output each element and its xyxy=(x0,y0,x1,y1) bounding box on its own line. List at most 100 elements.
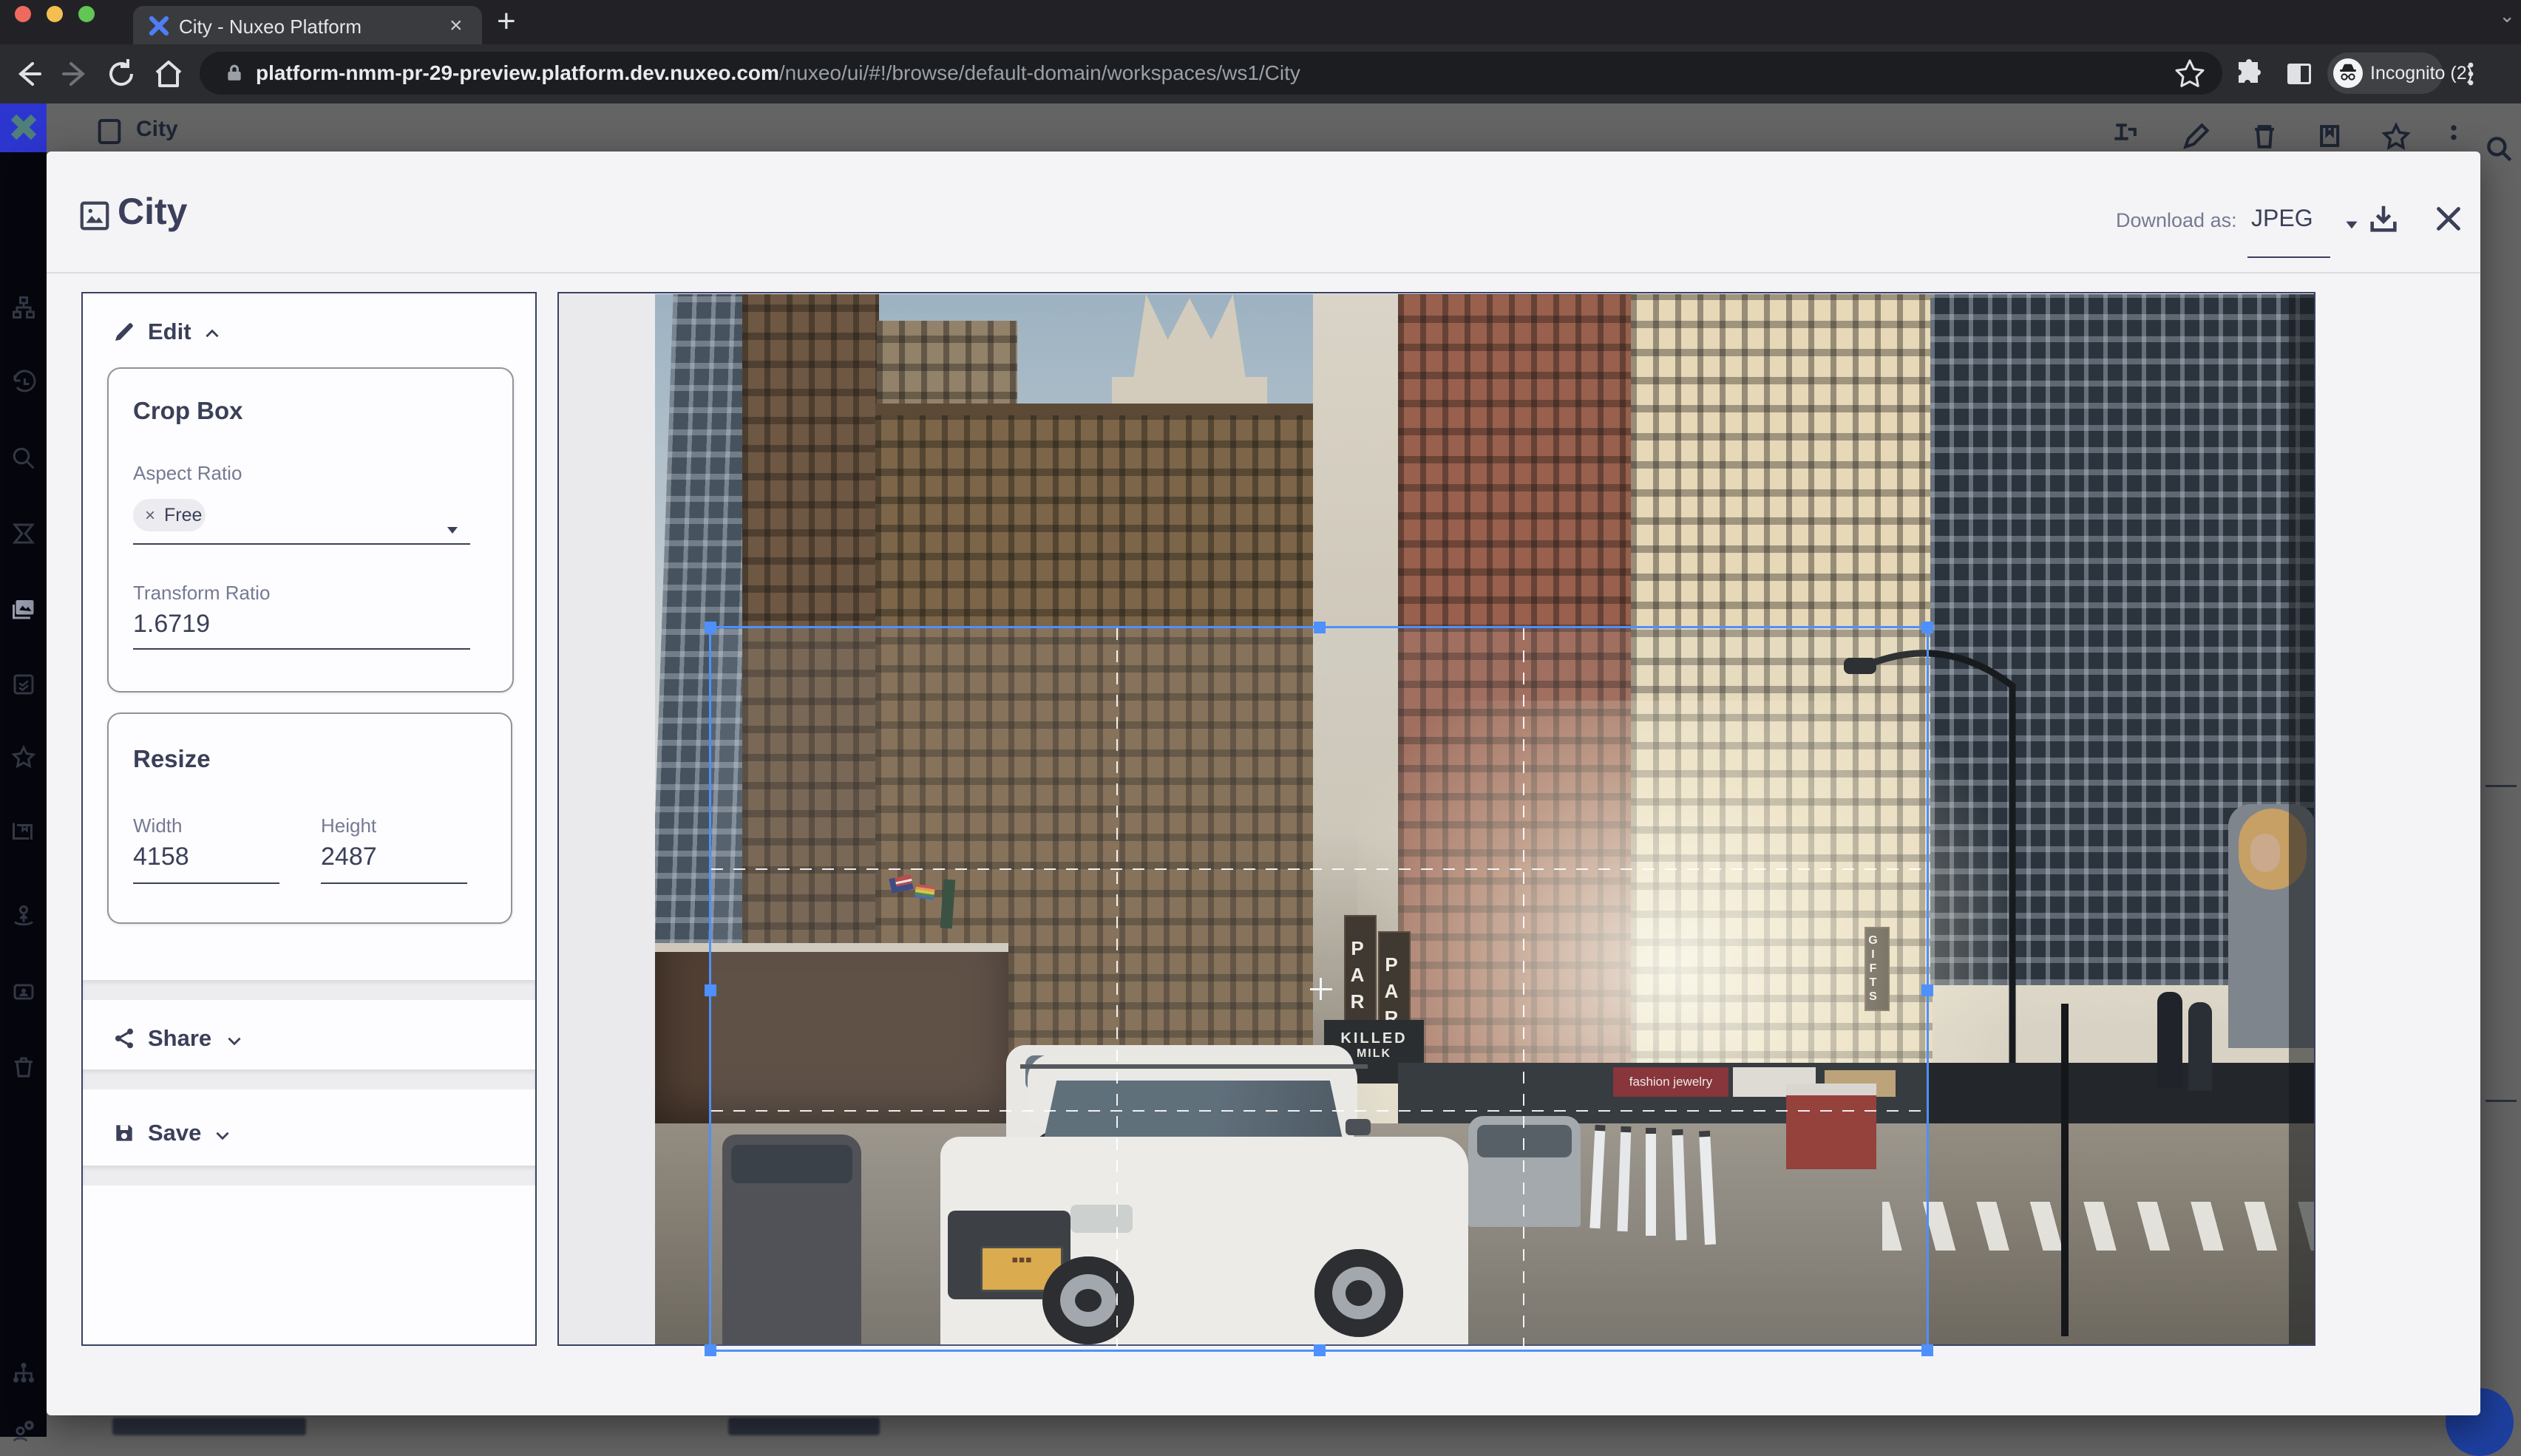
dim-field-line xyxy=(2486,1100,2517,1102)
height-input[interactable]: 2487 xyxy=(321,843,469,885)
crop-handle-s[interactable] xyxy=(1314,1344,1326,1356)
lock-icon xyxy=(225,63,244,84)
edit-panel: Edit Crop Box Aspect Ratio × Free Transf… xyxy=(81,292,537,1346)
dim-field-line xyxy=(2486,785,2517,787)
crop-handle-n[interactable] xyxy=(1314,622,1326,633)
width-value: 4158 xyxy=(133,843,189,871)
close-icon[interactable] xyxy=(2432,202,2466,236)
resize-card: Resize Width 4158 Height 2487 xyxy=(107,712,512,924)
crop-box-selection[interactable] xyxy=(709,626,1929,1352)
pedestrian xyxy=(2188,1002,2212,1091)
transform-ratio-label: Transform Ratio xyxy=(133,582,270,605)
aspect-ratio-select[interactable] xyxy=(133,517,473,546)
width-input[interactable]: 4158 xyxy=(133,843,281,885)
bookmark-star-icon[interactable] xyxy=(2172,56,2208,92)
macos-zoom-button[interactable] xyxy=(78,6,95,22)
download-as-label: Download as: xyxy=(2116,209,2237,232)
browser-tab[interactable]: City - Nuxeo Platform × xyxy=(133,6,482,44)
back-icon[interactable] xyxy=(10,56,46,92)
save-floppy-icon xyxy=(112,1121,136,1145)
browser-toolbar: platform-nmm-pr-29-preview.platform.dev.… xyxy=(0,44,2521,103)
sidebar-item-user-settings[interactable] xyxy=(10,1418,37,1444)
sidebar-item-templates[interactable] xyxy=(10,817,37,844)
page-doc-title: City xyxy=(136,117,178,142)
sidebar-item-browse[interactable] xyxy=(10,294,37,321)
thirds-guide-vertical xyxy=(1116,628,1118,1350)
app-sidebar xyxy=(0,103,47,1437)
section-gap xyxy=(83,1069,535,1089)
sidebar-item-favorites[interactable] xyxy=(10,744,37,770)
photo-edge-shadow xyxy=(2289,294,2314,1344)
share-section-toggle[interactable]: Share xyxy=(112,1021,334,1062)
download-icon[interactable] xyxy=(2366,202,2400,236)
download-format-select[interactable]: JPEG xyxy=(2247,200,2336,259)
edit-section-toggle[interactable]: Edit xyxy=(112,316,334,353)
macos-minimize-button[interactable] xyxy=(47,6,63,22)
sidebar-item-recents[interactable] xyxy=(10,370,37,396)
pedestrian-face xyxy=(2250,834,2280,872)
sidebar-item-assets[interactable] xyxy=(10,596,37,622)
sidebar-item-personal-space[interactable] xyxy=(10,903,37,930)
browser-menu-kebab-icon[interactable] xyxy=(2453,56,2488,92)
input-underline xyxy=(133,882,279,884)
url-path: /nuxeo/ui/#!/browse/default-domain/works… xyxy=(779,61,1300,84)
crop-handle-se[interactable] xyxy=(1921,1344,1933,1356)
header-divider xyxy=(47,272,2480,273)
crop-handle-ne[interactable] xyxy=(1921,622,1933,633)
new-tab-button[interactable]: + xyxy=(497,3,516,40)
crop-handle-nw[interactable] xyxy=(705,622,716,633)
book-icon xyxy=(2314,120,2348,152)
home-icon[interactable] xyxy=(151,56,186,92)
share-section-label: Share xyxy=(148,1025,211,1052)
browser-tab-strip: City - Nuxeo Platform × + ⌄ xyxy=(0,0,2521,44)
input-underline xyxy=(133,648,470,650)
dialog-title: City xyxy=(118,190,187,233)
tab-search-chevron-icon[interactable]: ⌄ xyxy=(2499,4,2515,27)
thirds-guide-vertical xyxy=(1523,628,1524,1350)
crop-handle-sw[interactable] xyxy=(705,1344,716,1356)
transform-ratio-value: 1.6719 xyxy=(133,610,210,639)
side-panel-icon[interactable] xyxy=(2281,56,2317,92)
sidebar-item-trash[interactable] xyxy=(10,1054,37,1081)
thirds-guide-horizontal xyxy=(711,1110,1927,1112)
tab-close-icon[interactable]: × xyxy=(449,13,463,38)
extensions-puzzle-icon[interactable] xyxy=(2231,56,2267,92)
chevron-down-icon xyxy=(225,1031,244,1050)
favorite-star-icon xyxy=(2379,120,2413,152)
crop-handle-e[interactable] xyxy=(1921,984,1933,996)
incognito-icon xyxy=(2333,58,2363,88)
dropdown-caret-icon xyxy=(444,521,461,539)
chevron-up-icon xyxy=(203,324,222,344)
width-label: Width xyxy=(133,814,182,837)
url-text: platform-nmm-pr-29-preview.platform.dev.… xyxy=(256,61,1300,85)
dim-section-heading xyxy=(112,1418,306,1435)
url-bar[interactable]: platform-nmm-pr-29-preview.platform.dev.… xyxy=(200,52,2222,95)
pin-icon xyxy=(2108,120,2142,152)
sidebar-item-administration[interactable] xyxy=(10,1360,37,1387)
thirds-guide-horizontal xyxy=(711,868,1927,870)
save-section-label: Save xyxy=(148,1120,201,1146)
nuxeo-logo[interactable] xyxy=(0,103,47,152)
incognito-badge[interactable]: Incognito (2) xyxy=(2327,52,2443,94)
picture-icon xyxy=(78,199,112,233)
chevron-down-icon xyxy=(213,1126,232,1145)
select-underline xyxy=(2247,256,2330,258)
image-editor-dialog: City Download as: JPEG Edit Crop Box Asp… xyxy=(47,152,2480,1415)
sidebar-item-tasks[interactable] xyxy=(10,671,37,698)
height-value: 2487 xyxy=(321,843,377,871)
save-section-toggle[interactable]: Save xyxy=(112,1115,334,1157)
sidebar-item-collections[interactable] xyxy=(10,520,37,547)
macos-close-button[interactable] xyxy=(15,6,31,22)
signal-pole xyxy=(2061,1004,2069,1336)
crop-handle-w[interactable] xyxy=(705,984,716,996)
transform-ratio-input[interactable]: 1.6719 xyxy=(133,610,470,651)
forward-icon[interactable] xyxy=(58,56,93,92)
edit-section-label: Edit xyxy=(148,319,191,345)
reload-icon[interactable] xyxy=(104,56,139,92)
pencil-icon xyxy=(112,320,136,344)
crop-box-card: Crop Box Aspect Ratio × Free Transform R… xyxy=(107,367,514,693)
trash-icon xyxy=(2247,120,2281,152)
sidebar-item-profile-card[interactable] xyxy=(10,979,37,1005)
sidebar-item-search[interactable] xyxy=(10,445,37,472)
page-menu-kebab-icon xyxy=(2437,120,2471,152)
